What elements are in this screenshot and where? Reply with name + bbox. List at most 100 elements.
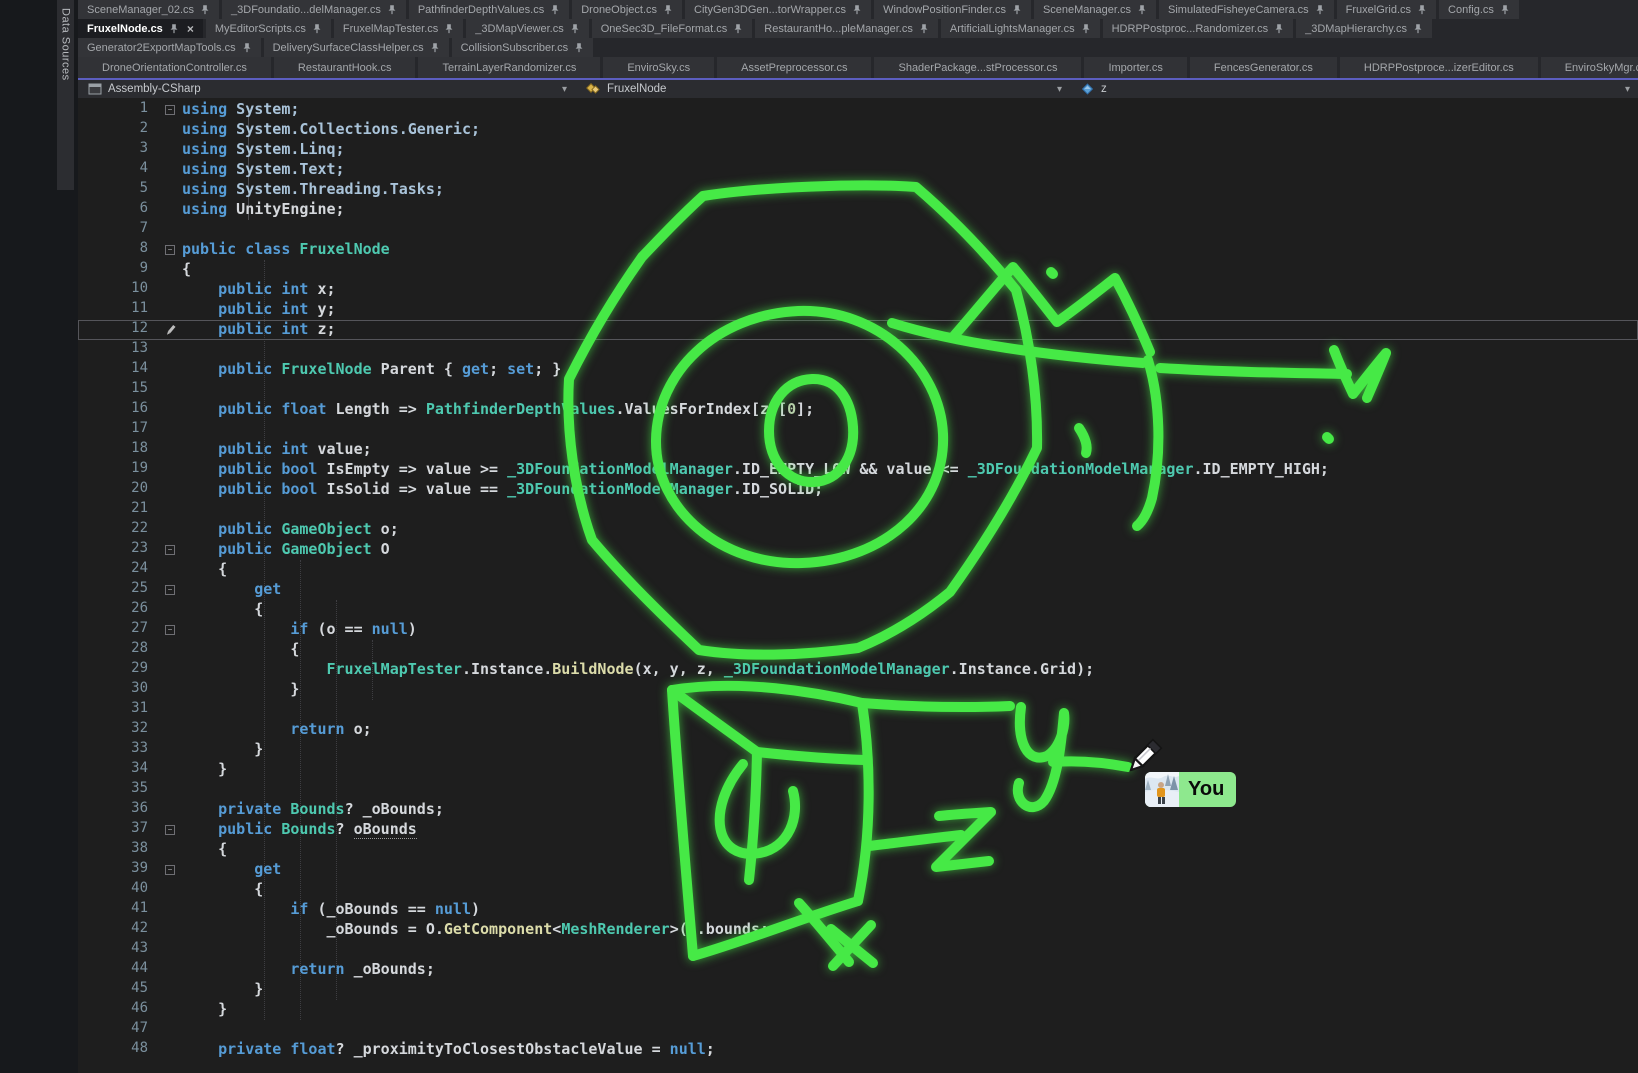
pin-icon[interactable] [663, 4, 673, 15]
tab-RestaurantHook.cs[interactable]: RestaurantHook.cs [274, 57, 416, 78]
code-text: get [182, 580, 281, 600]
tab-Generator2ExportMapTools.cs[interactable]: Generator2ExportMapTools.cs [78, 38, 261, 57]
pin-icon[interactable] [312, 23, 322, 34]
fold-gutter [158, 500, 182, 520]
fold-gutter [158, 940, 182, 960]
fold-marker[interactable]: − [158, 620, 182, 640]
tab-CollisionSubscriber.cs[interactable]: CollisionSubscriber.cs [452, 38, 594, 57]
tab-FruxelNode.cs[interactable]: FruxelNode.cs × [78, 19, 203, 38]
tab-FruxelMapTester.cs[interactable]: FruxelMapTester.cs [334, 19, 463, 38]
pin-icon[interactable] [169, 23, 179, 34]
line-number: 47 [78, 1020, 158, 1040]
tab-label: FruxelNode.cs [87, 23, 163, 35]
fold-gutter [158, 920, 182, 940]
line-number: 35 [78, 780, 158, 800]
pin-icon[interactable] [570, 23, 580, 34]
line-number: 2 [78, 120, 158, 140]
tab-DeliverySurfaceClassHelper.cs[interactable]: DeliverySurfaceClassHelper.cs [264, 38, 449, 57]
pin-icon[interactable] [574, 42, 584, 53]
code-line: 44 return _oBounds; [78, 960, 1638, 980]
tab-FencesGenerator.cs[interactable]: FencesGenerator.cs [1190, 57, 1337, 78]
tab-label: CollisionSubscriber.cs [461, 42, 569, 54]
fold-marker[interactable]: − [158, 240, 182, 260]
fold-gutter [158, 380, 182, 400]
tab-SceneManager.cs[interactable]: SceneManager.cs [1034, 0, 1156, 19]
line-number: 45 [78, 980, 158, 1000]
tab-AssetPreprocessor.cs[interactable]: AssetPreprocessor.cs [717, 57, 871, 78]
pin-icon[interactable] [1315, 4, 1325, 15]
fold-marker[interactable]: − [158, 580, 182, 600]
line-number: 27 [78, 620, 158, 640]
chevron-down-icon[interactable]: ▾ [1625, 84, 1638, 95]
pin-icon[interactable] [1274, 23, 1284, 34]
fold-marker[interactable]: − [158, 100, 182, 120]
tab-SceneManager_02.cs[interactable]: SceneManager_02.cs [78, 0, 219, 19]
pin-icon[interactable] [200, 4, 210, 15]
pin-icon[interactable] [1012, 4, 1022, 15]
data-sources-tool-tab[interactable]: Data Sources [57, 0, 74, 190]
tab-ShaderPackage...stProcessor.cs[interactable]: ShaderPackage...stProcessor.cs [874, 57, 1081, 78]
chevron-down-icon[interactable]: ▾ [562, 84, 575, 95]
tab-FruxelGrid.cs[interactable]: FruxelGrid.cs [1337, 0, 1436, 19]
tab-Importer.cs[interactable]: Importer.cs [1084, 57, 1186, 78]
fold-marker[interactable]: − [158, 860, 182, 880]
tab-MyEditorScripts.cs[interactable]: MyEditorScripts.cs [206, 19, 331, 38]
tab-WindowPositionFinder.cs[interactable]: WindowPositionFinder.cs [874, 0, 1031, 19]
tab-label: FencesGenerator.cs [1214, 62, 1313, 74]
line-number: 14 [78, 360, 158, 380]
tab-EnviroSkyMgr.cs[interactable]: EnviroSkyMgr.cs [1541, 57, 1638, 78]
tab-_3DFoundatio...delManager.cs[interactable]: _3DFoundatio...delManager.cs [222, 0, 406, 19]
pin-icon[interactable] [444, 23, 454, 34]
navigation-bar: Assembly-CSharp ▾ FruxelNode ▾ z ▾ [78, 78, 1638, 98]
tab-label: DroneOrientationController.cs [102, 62, 247, 74]
line-number: 37 [78, 820, 158, 840]
tab-DroneObject.cs[interactable]: DroneObject.cs [572, 0, 682, 19]
pin-icon[interactable] [733, 23, 743, 34]
fold-marker[interactable]: − [158, 540, 182, 560]
pin-icon[interactable] [1417, 4, 1427, 15]
fold-gutter [158, 720, 182, 740]
pin-icon[interactable] [1413, 23, 1423, 34]
tab-SimulatedFisheyeCamera.cs[interactable]: SimulatedFisheyeCamera.cs [1159, 0, 1334, 19]
pin-icon[interactable] [1081, 23, 1091, 34]
close-icon[interactable]: × [187, 23, 194, 35]
tab-DroneOrientationController.cs[interactable]: DroneOrientationController.cs [78, 57, 271, 78]
tab-OneSec3D_FileFormat.cs[interactable]: OneSec3D_FileFormat.cs [592, 19, 753, 38]
code-line: 24 { [78, 560, 1638, 580]
tab-TerrainLayerRandomizer.cs[interactable]: TerrainLayerRandomizer.cs [418, 57, 600, 78]
pin-icon[interactable] [387, 4, 397, 15]
breadcrumb-type-dropdown[interactable]: FruxelNode ▾ [575, 80, 1070, 98]
tab-PathfinderDepthValues.cs[interactable]: PathfinderDepthValues.cs [409, 0, 569, 19]
tab-HDRPPostproc...Randomizer.cs[interactable]: HDRPPostproc...Randomizer.cs [1103, 19, 1294, 38]
avatar [1145, 772, 1179, 807]
pin-icon[interactable] [1500, 4, 1510, 15]
pin-icon[interactable] [852, 4, 862, 15]
code-line: 10 public int x; [78, 280, 1638, 300]
code-editor[interactable]: 1−using System;2using System.Collections… [78, 100, 1638, 1073]
pin-icon[interactable] [919, 23, 929, 34]
line-number: 48 [78, 1040, 158, 1060]
pin-icon[interactable] [430, 42, 440, 53]
chevron-down-icon[interactable]: ▾ [1057, 84, 1070, 95]
pin-icon[interactable] [242, 42, 252, 53]
fold-gutter [158, 160, 182, 180]
breadcrumb-project-dropdown[interactable]: Assembly-CSharp ▾ [78, 80, 575, 98]
line-number: 20 [78, 480, 158, 500]
tab-_3DMapViewer.cs[interactable]: _3DMapViewer.cs [466, 19, 588, 38]
code-text: using UnityEngine; [182, 200, 345, 220]
pin-icon[interactable] [550, 4, 560, 15]
tab-_3DMapHierarchy.cs[interactable]: _3DMapHierarchy.cs [1296, 19, 1432, 38]
tab-HDRPPostproce...izerEditor.cs[interactable]: HDRPPostproce...izerEditor.cs [1340, 57, 1538, 78]
fold-marker[interactable]: − [158, 820, 182, 840]
tab-ArtificialLightsManager.cs[interactable]: ArtificialLightsManager.cs [941, 19, 1100, 38]
pin-icon[interactable] [1137, 4, 1147, 15]
tab-Config.cs[interactable]: Config.cs [1439, 0, 1519, 19]
breadcrumb-member-dropdown[interactable]: z ▾ [1070, 80, 1638, 98]
tab-EnviroSky.cs[interactable]: EnviroSky.cs [603, 57, 714, 78]
line-number: 5 [78, 180, 158, 200]
tab-CityGen3DGen...torWrapper.cs[interactable]: CityGen3DGen...torWrapper.cs [685, 0, 871, 19]
code-line: 25− get [78, 580, 1638, 600]
tab-RestaurantHo...pleManager.cs[interactable]: RestaurantHo...pleManager.cs [755, 19, 938, 38]
class-icon [585, 82, 601, 96]
visual-studio-window: Data Sources SceneManager_02.cs_3DFounda… [0, 0, 1638, 1073]
